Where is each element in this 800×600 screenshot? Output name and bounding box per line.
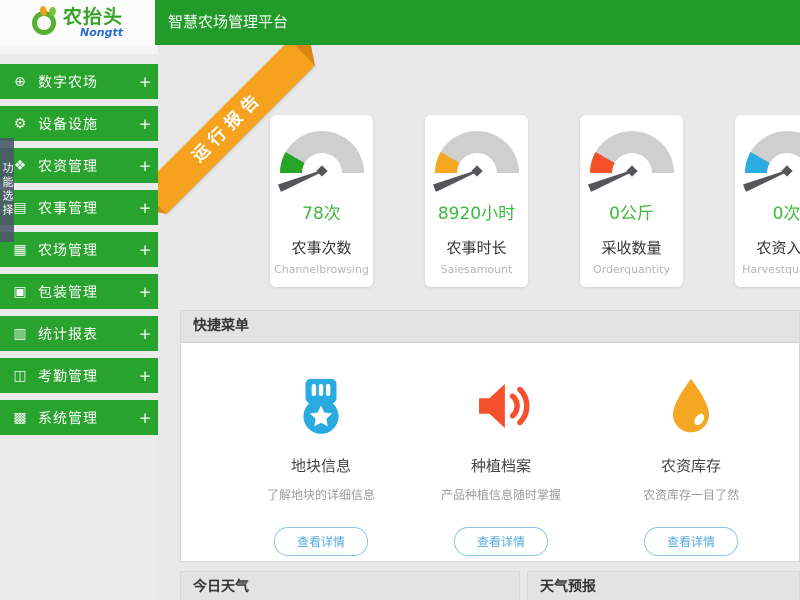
sidebar-item-label: 农资管理 (38, 156, 132, 176)
expand-plus-icon: + (132, 157, 158, 175)
weather-forecast-panel: 天气预报 (527, 571, 800, 600)
gear-icon: ⚙ (9, 116, 31, 132)
view-details-button[interactable]: 查看详情 (644, 527, 738, 556)
stat-card-farming-hours: 8920小时 农事时长 Salesamount (425, 115, 528, 287)
quick-item-desc: 了解地块的详细信息 (236, 486, 406, 503)
sidebar-item-label: 农场管理 (38, 240, 132, 260)
sidebar-item-label: 农事管理 (38, 198, 132, 218)
quick-menu-title: 快捷菜单 (181, 311, 799, 343)
box-icon: ▣ (9, 284, 31, 300)
stat-card-materials-inbound: 0次 农资入库 Harvestquantity (735, 115, 800, 287)
sidebar-item-label: 包装管理 (38, 282, 132, 302)
quick-menu-panel: 快捷菜单 地块信息 了解地块的详细信息 查看详情 (180, 310, 800, 562)
main-content: 运行报告 78次 农事次数 Channelbrowsing 8920小时 (158, 45, 800, 600)
gauge-chart (280, 131, 364, 173)
globe-icon: ⊕ (9, 74, 31, 90)
sidebar-item-equipment[interactable]: ⚙ 设备设施 + (0, 106, 158, 141)
logo-swirl-icon (32, 11, 56, 35)
sidebar-item-label: 设备设施 (38, 114, 132, 134)
logo: 农抬头 Nongtt (0, 0, 155, 45)
speaker-icon (416, 371, 586, 441)
sidebar-item-digital-farm[interactable]: ⊕ 数字农场 + (0, 64, 158, 99)
weather-forecast-title: 天气预报 (528, 572, 799, 600)
grid-icon: ▦ (9, 242, 31, 258)
sidebar-item-label: 统计报表 (38, 324, 132, 344)
medal-icon (236, 371, 406, 441)
stat-label: 采收数量 (580, 237, 683, 258)
gauge-chart (745, 131, 800, 173)
sidebar-item-label: 数字农场 (38, 72, 132, 92)
stat-value: 78次 (270, 199, 373, 224)
logo-subtitle: Nongtt (80, 27, 123, 39)
stat-card-harvest-quantity: 0公斤 采收数量 Orderquantity (580, 115, 683, 287)
stat-label: 农事次数 (270, 237, 373, 258)
view-details-button[interactable]: 查看详情 (274, 527, 368, 556)
expand-plus-icon: + (132, 73, 158, 91)
sidebar-item-attendance[interactable]: ◫ 考勤管理 + (0, 358, 158, 393)
expand-plus-icon: + (132, 241, 158, 259)
stat-value: 0次 (735, 199, 800, 224)
sidebar-item-packaging[interactable]: ▣ 包装管理 + (0, 274, 158, 309)
side-slide-tab[interactable]: 功能选择 (0, 138, 14, 242)
stat-label: 农事时长 (425, 237, 528, 258)
quick-item-title: 地块信息 (236, 455, 406, 476)
quick-item-desc: 产品种植信息随时掌握 (416, 486, 586, 503)
logo-title: 农抬头 (63, 7, 123, 27)
sidebar-item-statistics[interactable]: ▥ 统计报表 + (0, 316, 158, 351)
sidebar-item-system[interactable]: ▩ 系统管理 + (0, 400, 158, 435)
today-weather-panel: 今日天气 (180, 571, 520, 600)
sidebar-item-label: 考勤管理 (38, 366, 132, 386)
quick-item-desc: 农资库存一目了然 (606, 486, 776, 503)
stat-label: 农资入库 (735, 237, 800, 258)
sidebar-item-agri-materials[interactable]: ❖ 农资管理 + (0, 148, 158, 183)
expand-plus-icon: + (132, 409, 158, 427)
stat-sublabel: Channelbrowsing (270, 263, 373, 276)
today-weather-title: 今日天气 (181, 572, 519, 600)
expand-plus-icon: + (132, 325, 158, 343)
expand-plus-icon: + (132, 199, 158, 217)
drop-icon (606, 371, 776, 441)
gauge-chart (590, 131, 674, 173)
sidebar: ⊕ 数字农场 + ⚙ 设备设施 + ❖ 农资管理 + ▤ 农事管理 + ▦ 农场… (0, 54, 158, 600)
system-icon: ▩ (9, 410, 31, 426)
quick-item-materials-stock: 农资库存 农资库存一目了然 查看详情 (606, 371, 776, 556)
monitor-icon: ◫ (9, 368, 31, 384)
stat-sublabel: Harvestquantity (735, 263, 800, 276)
gauge-chart (435, 131, 519, 173)
stat-value: 8920小时 (425, 199, 528, 224)
expand-plus-icon: + (132, 367, 158, 385)
quick-item-title: 种植档案 (416, 455, 586, 476)
sidebar-item-label: 系统管理 (38, 408, 132, 428)
chart-icon: ▥ (9, 326, 31, 342)
sidebar-item-farming-tasks[interactable]: ▤ 农事管理 + (0, 190, 158, 225)
expand-plus-icon: + (132, 283, 158, 301)
page-title: 智慧农场管理平台 (168, 0, 288, 45)
stat-sublabel: Salesamount (425, 263, 528, 276)
stat-card-farming-count: 78次 农事次数 Channelbrowsing (270, 115, 373, 287)
quick-item-title: 农资库存 (606, 455, 776, 476)
sidebar-item-farm-management[interactable]: ▦ 农场管理 + (0, 232, 158, 267)
stat-value: 0公斤 (580, 199, 683, 224)
stat-sublabel: Orderquantity (580, 263, 683, 276)
view-details-button[interactable]: 查看详情 (454, 527, 548, 556)
quick-item-plot-info: 地块信息 了解地块的详细信息 查看详情 (236, 371, 406, 556)
expand-plus-icon: + (132, 115, 158, 133)
quick-item-planting-archive: 种植档案 产品种植信息随时掌握 查看详情 (416, 371, 586, 556)
